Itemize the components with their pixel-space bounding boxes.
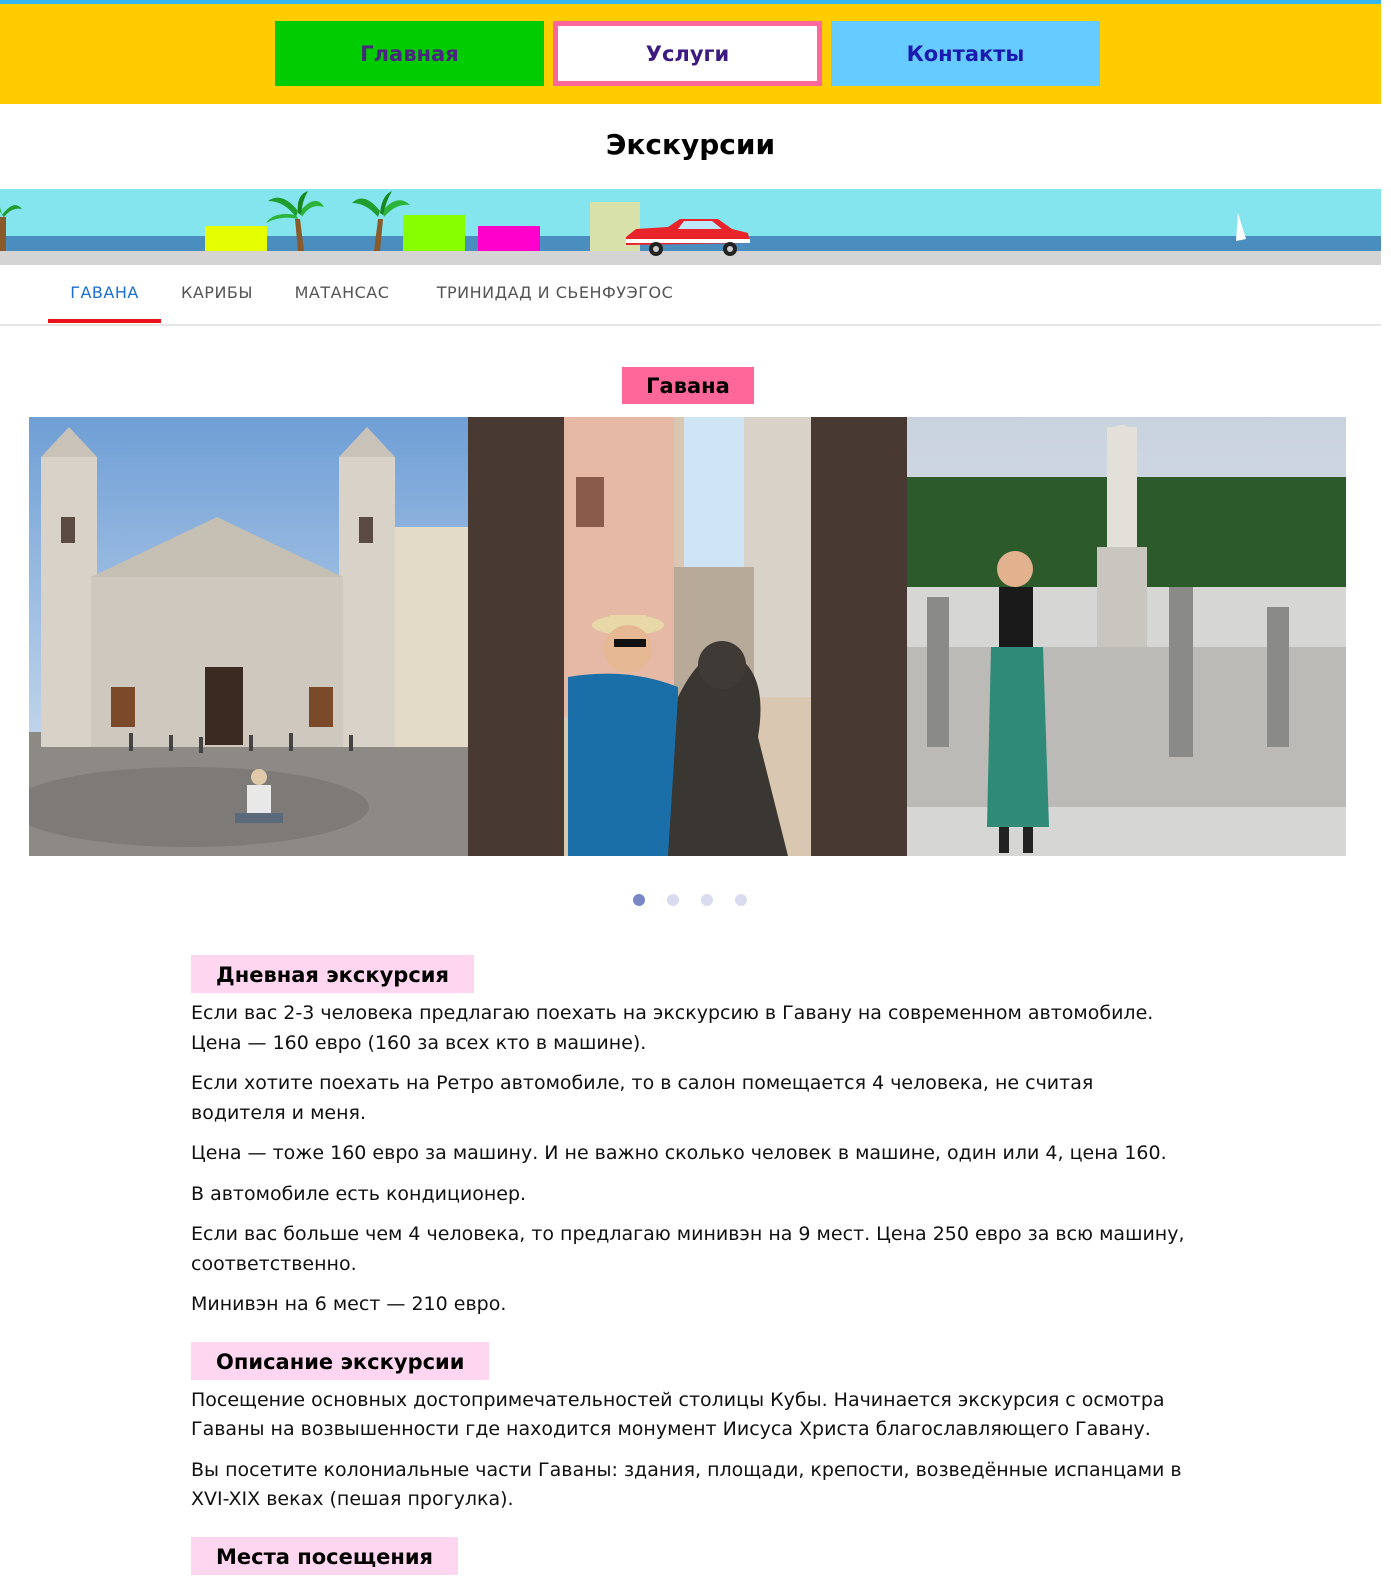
tab-matanzas[interactable]: МАТАНСАС [285,264,399,322]
places-section: Места посещения [191,1536,1186,1581]
region-tabs: ГАВАНА КАРИБЫ МАТАНСАС ТРИНИДАД И СЬЕНФУ… [0,264,1381,326]
section-heading: Места посещения [191,1536,459,1575]
active-tab-indicator [48,319,161,323]
tab-caribbean[interactable]: КАРИБЫ [173,264,261,322]
nav-services-button[interactable]: Услуги [553,21,822,86]
cuba-street-banner [0,189,1381,265]
slider-pagination [0,894,1381,906]
tab-havana[interactable]: ГАВАНА [48,264,161,322]
slider-dot-3[interactable] [701,894,713,906]
day-tour-section: Дневная экскурсия Если вас 2-3 человека … [191,955,1186,1320]
slider-dot-4[interactable] [735,894,747,906]
slider-dot-1[interactable] [633,894,645,906]
cathedral-photo [29,417,468,856]
nav-home-button[interactable]: Главная [275,21,544,86]
section-heading: Дневная экскурсия [191,955,474,993]
tour-description-section: Описание экскурсии Посещение основных до… [191,1341,1186,1515]
paragraph: Минивэн на 6 мест — 210 евро. [191,1293,507,1315]
photo-slider[interactable] [29,417,1346,856]
paragraph: Если хотите поехать на Ретро автомобиле,… [191,1072,1094,1124]
slider-dot-2[interactable] [667,894,679,906]
tab-trinidad-cienfuegos[interactable]: ТРИНИДАД И СЬЕНФУЭГОС [423,264,687,322]
paragraph: Если вас больше чем 4 человека, то предл… [191,1223,1185,1275]
paragraph: Если вас 2-3 человека предлагаю поехать … [191,1002,1154,1054]
cemetery-photo [907,417,1346,856]
section-heading: Описание экскурсии [191,1341,490,1380]
paragraph: Цена — тоже 160 евро за машину. И не важ… [191,1142,1167,1164]
top-navigation: Главная Услуги Контакты [0,4,1381,104]
nav-contacts-button[interactable]: Контакты [831,21,1100,86]
gallery-title-badge: Гавана [622,367,754,404]
paragraph: Вы посетите колониальные части Гаваны: з… [191,1458,1182,1511]
street-statue-photo [468,417,907,856]
paragraph: В автомобиле есть кондиционер. [191,1182,527,1205]
page-title: Экскурсии [605,128,776,161]
tour-description: Дневная экскурсия Если вас 2-3 человека … [191,955,1186,1581]
paragraph: Посещение основных достопримечательносте… [191,1388,1165,1441]
